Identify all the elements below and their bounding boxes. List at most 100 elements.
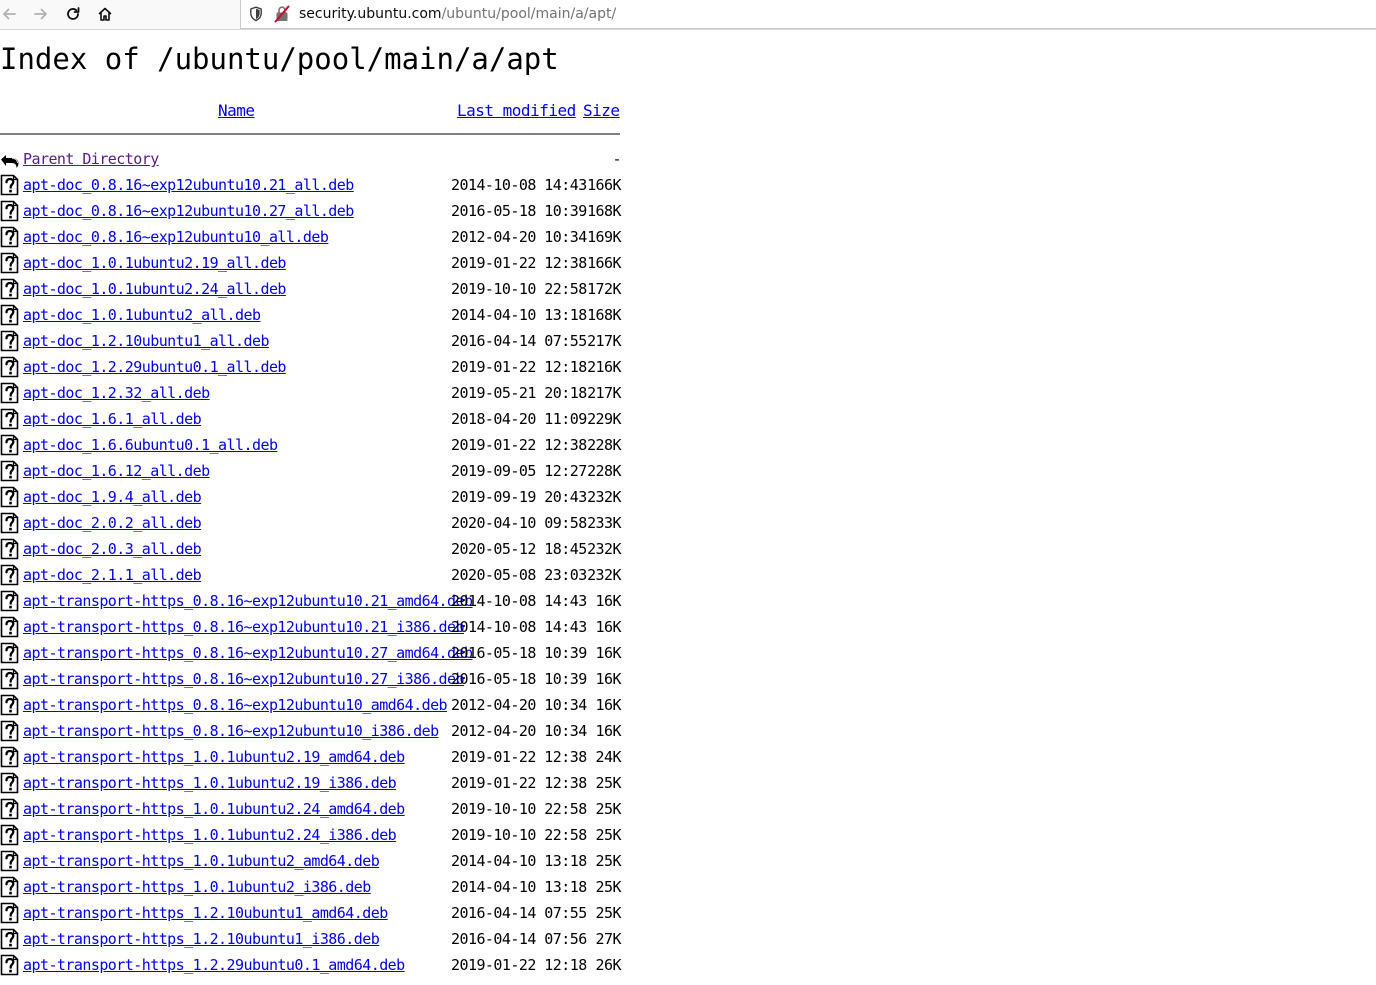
file-link[interactable]: apt-transport-https_0.8.16~exp12ubuntu10…: [23, 617, 465, 637]
parent-directory-link[interactable]: Parent Directory: [23, 149, 159, 169]
unknown-file-icon: [0, 694, 19, 716]
file-modified-date: 2019-01-22 12:38: [451, 748, 587, 766]
file-link[interactable]: apt-doc_1.2.29ubuntu0.1_all.deb: [23, 357, 286, 377]
file-modified-date: 2014-04-10 13:18: [451, 306, 587, 324]
file-link[interactable]: apt-doc_1.6.1_all.deb: [23, 409, 202, 429]
file-modified-date: 2014-04-10 13:18: [451, 878, 587, 896]
address-bar[interactable]: security.ubuntu.com/ubuntu/pool/main/a/a…: [240, 0, 1376, 29]
parent-size: -: [612, 150, 622, 168]
unknown-file-icon: [0, 928, 19, 950]
forward-arrow-icon: [34, 8, 47, 20]
unknown-file-icon: [0, 356, 19, 378]
file-modified-date: 2016-05-18 10:39: [451, 202, 587, 220]
unknown-file-icon: [0, 434, 19, 456]
file-link[interactable]: apt-transport-https_0.8.16~exp12ubuntu10…: [23, 669, 465, 689]
file-size: 217K: [587, 332, 621, 350]
insecure-connection-icon[interactable]: [274, 5, 290, 23]
column-header-last-modified[interactable]: Last modified: [457, 100, 576, 122]
file-modified-date: 2019-01-22 12:38: [451, 774, 587, 792]
file-modified-date: 2012-04-20 10:34: [451, 228, 587, 246]
file-link[interactable]: apt-doc_1.2.32_all.deb: [23, 383, 210, 403]
file-size: 229K: [587, 410, 621, 428]
file-link[interactable]: apt-doc_0.8.16~exp12ubuntu10.21_all.deb: [23, 175, 354, 195]
file-modified-date: 2019-10-10 22:58: [451, 826, 587, 844]
parent-directory-row: Parent Directory -: [0, 146, 625, 172]
file-modified-date: 2019-10-10 22:58: [451, 800, 587, 818]
file-modified-date: 2014-10-08 14:43: [451, 176, 587, 194]
file-row: apt-doc_1.2.32_all.deb 2019-05-21 20:18 …: [0, 380, 625, 406]
file-link[interactable]: apt-doc_0.8.16~exp12ubuntu10_all.deb: [23, 227, 329, 247]
file-link[interactable]: apt-transport-https_0.8.16~exp12ubuntu10…: [23, 721, 439, 741]
back-folder-icon: [1, 155, 19, 168]
file-row: apt-transport-https_0.8.16~exp12ubuntu10…: [0, 640, 625, 666]
reload-button[interactable]: [60, 2, 86, 26]
page-title: Index of /ubuntu/pool/main/a/apt: [0, 42, 559, 76]
file-size: 217K: [587, 384, 621, 402]
file-size: 233K: [587, 514, 621, 532]
file-modified-date: 2018-04-20 11:09: [451, 410, 587, 428]
unknown-file-icon: [0, 174, 19, 196]
file-row: apt-transport-https_1.0.1ubuntu2.24_amd6…: [0, 796, 625, 822]
column-header-name[interactable]: Name: [218, 100, 255, 122]
file-modified-date: 2014-10-08 14:43: [451, 618, 587, 636]
file-row: apt-transport-https_1.2.29ubuntu0.1_amd6…: [0, 952, 625, 978]
file-link[interactable]: apt-doc_2.0.3_all.deb: [23, 539, 202, 559]
file-row: apt-transport-https_1.0.1ubuntu2_amd64.d…: [0, 848, 625, 874]
file-link[interactable]: apt-transport-https_1.0.1ubuntu2.24_amd6…: [23, 799, 405, 819]
file-size: 25K: [595, 826, 622, 844]
file-link[interactable]: apt-transport-https_0.8.16~exp12ubuntu10…: [23, 591, 473, 611]
file-row: apt-transport-https_1.0.1ubuntu2.19_i386…: [0, 770, 625, 796]
file-link[interactable]: apt-doc_2.1.1_all.deb: [23, 565, 202, 585]
file-link[interactable]: apt-doc_1.0.1ubuntu2_all.deb: [23, 305, 261, 325]
url-text[interactable]: security.ubuntu.com/ubuntu/pool/main/a/a…: [299, 4, 616, 24]
file-size: 169K: [587, 228, 621, 246]
file-row: apt-doc_0.8.16~exp12ubuntu10.27_all.deb …: [0, 198, 625, 224]
file-link[interactable]: apt-doc_1.6.6ubuntu0.1_all.deb: [23, 435, 278, 455]
file-size: 228K: [587, 436, 621, 454]
home-button[interactable]: [92, 2, 118, 26]
file-link[interactable]: apt-doc_0.8.16~exp12ubuntu10.27_all.deb: [23, 201, 354, 221]
file-link[interactable]: apt-transport-https_1.0.1ubuntu2.19_i386…: [23, 773, 397, 793]
url-host: security.ubuntu.com: [299, 6, 442, 22]
file-link[interactable]: apt-transport-https_1.0.1ubuntu2.19_amd6…: [23, 747, 405, 767]
file-link[interactable]: apt-doc_2.0.2_all.deb: [23, 513, 202, 533]
file-modified-date: 2019-01-22 12:38: [451, 254, 587, 272]
file-link[interactable]: apt-doc_1.0.1ubuntu2.19_all.deb: [23, 253, 286, 273]
file-link[interactable]: apt-transport-https_1.2.29ubuntu0.1_amd6…: [23, 955, 405, 975]
back-button[interactable]: [0, 2, 22, 26]
file-link[interactable]: apt-transport-https_1.0.1ubuntu2_i386.de…: [23, 877, 371, 897]
file-size: 25K: [595, 904, 622, 922]
unknown-file-icon: [0, 668, 19, 690]
file-modified-date: 2016-04-14 07:55: [451, 332, 587, 350]
file-link[interactable]: apt-transport-https_0.8.16~exp12ubuntu10…: [23, 695, 448, 715]
unknown-file-icon: [0, 330, 19, 352]
file-link[interactable]: apt-doc_1.9.4_all.deb: [23, 487, 202, 507]
file-size: 232K: [587, 488, 621, 506]
file-modified-date: 2020-05-08 23:03: [451, 566, 587, 584]
file-link[interactable]: apt-transport-https_1.2.10ubuntu1_i386.d…: [23, 929, 380, 949]
unknown-file-icon: [0, 954, 19, 976]
file-link[interactable]: apt-doc_1.0.1ubuntu2.24_all.deb: [23, 279, 286, 299]
unknown-file-icon: [0, 590, 19, 612]
file-link[interactable]: apt-transport-https_0.8.16~exp12ubuntu10…: [23, 643, 473, 663]
file-size: 232K: [587, 566, 621, 584]
unknown-file-icon: [0, 642, 19, 664]
file-row: apt-doc_1.2.29ubuntu0.1_all.deb 2019-01-…: [0, 354, 625, 380]
file-link[interactable]: apt-transport-https_1.2.10ubuntu1_amd64.…: [23, 903, 388, 923]
unknown-file-icon: [0, 512, 19, 534]
file-link[interactable]: apt-doc_1.6.12_all.deb: [23, 461, 210, 481]
file-link[interactable]: apt-doc_1.2.10ubuntu1_all.deb: [23, 331, 270, 351]
file-size: 25K: [595, 852, 622, 870]
file-row: apt-transport-https_0.8.16~exp12ubuntu10…: [0, 588, 625, 614]
unknown-file-icon: [0, 252, 19, 274]
file-link[interactable]: apt-transport-https_1.0.1ubuntu2.24_i386…: [23, 825, 397, 845]
file-link[interactable]: apt-transport-https_1.0.1ubuntu2_amd64.d…: [23, 851, 380, 871]
file-row: apt-transport-https_0.8.16~exp12ubuntu10…: [0, 692, 625, 718]
unknown-file-icon: [0, 382, 19, 404]
forward-button[interactable]: [28, 2, 54, 26]
file-row: apt-doc_1.6.12_all.deb 2019-09-05 12:27 …: [0, 458, 625, 484]
file-size: 16K: [595, 722, 622, 740]
column-header-size[interactable]: Size: [583, 100, 620, 122]
file-size: 168K: [587, 202, 621, 220]
tracking-protection-shield-icon[interactable]: [249, 6, 263, 22]
